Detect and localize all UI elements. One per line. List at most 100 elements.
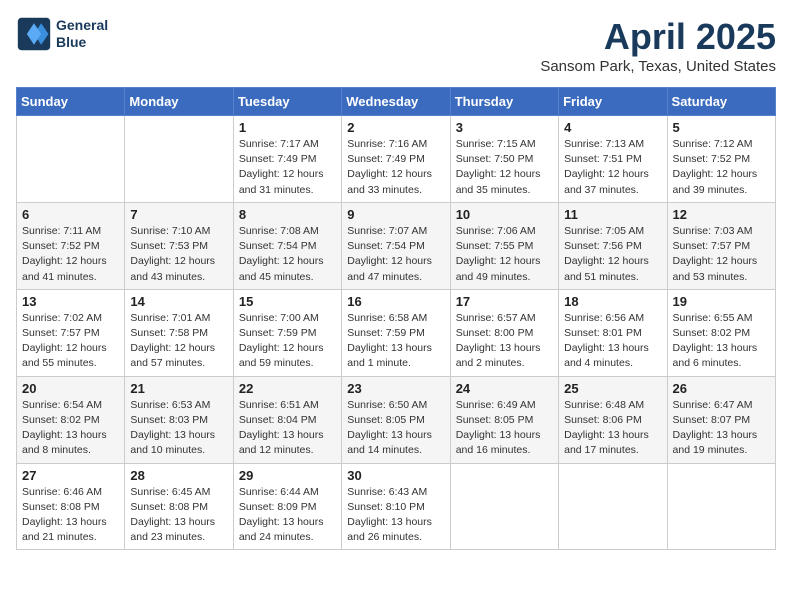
day-info: Sunrise: 6:46 AM Sunset: 8:08 PM Dayligh… bbox=[22, 485, 119, 546]
day-info: Sunrise: 6:48 AM Sunset: 8:06 PM Dayligh… bbox=[564, 398, 661, 459]
calendar-day-cell bbox=[667, 463, 775, 550]
day-info: Sunrise: 6:53 AM Sunset: 8:03 PM Dayligh… bbox=[130, 398, 227, 459]
day-number: 28 bbox=[130, 468, 227, 483]
day-info: Sunrise: 7:17 AM Sunset: 7:49 PM Dayligh… bbox=[239, 137, 336, 198]
calendar-day-cell: 27 Sunrise: 6:46 AM Sunset: 8:08 PM Dayli… bbox=[17, 463, 125, 550]
title-area: April 2025 Sansom Park, Texas, United St… bbox=[540, 16, 776, 75]
day-info: Sunrise: 7:08 AM Sunset: 7:54 PM Dayligh… bbox=[239, 224, 336, 285]
day-info: Sunrise: 6:44 AM Sunset: 8:09 PM Dayligh… bbox=[239, 485, 336, 546]
day-number: 14 bbox=[130, 294, 227, 309]
page-header: General Blue April 2025 Sansom Park, Tex… bbox=[16, 16, 776, 75]
day-number: 4 bbox=[564, 120, 661, 135]
day-info: Sunrise: 7:03 AM Sunset: 7:57 PM Dayligh… bbox=[673, 224, 770, 285]
calendar-day-cell: 4 Sunrise: 7:13 AM Sunset: 7:51 PM Daylig… bbox=[559, 116, 667, 203]
calendar-day-cell: 6 Sunrise: 7:11 AM Sunset: 7:52 PM Daylig… bbox=[17, 202, 125, 289]
calendar-day-cell: 15Sunrise: 7:00 AM Sunset: 7:59 PM Dayli… bbox=[233, 289, 341, 376]
day-number: 25 bbox=[564, 381, 661, 396]
calendar-day-cell: 1 Sunrise: 7:17 AM Sunset: 7:49 PM Daylig… bbox=[233, 116, 341, 203]
calendar-day-cell bbox=[450, 463, 558, 550]
calendar-day-cell: 8Sunrise: 7:08 AM Sunset: 7:54 PM Daylig… bbox=[233, 202, 341, 289]
day-info: Sunrise: 6:49 AM Sunset: 8:05 PM Dayligh… bbox=[456, 398, 553, 459]
calendar-week-row: 1 Sunrise: 7:17 AM Sunset: 7:49 PM Daylig… bbox=[17, 116, 776, 203]
calendar-day-cell: 12 Sunrise: 7:03 AM Sunset: 7:57 PM Dayli… bbox=[667, 202, 775, 289]
logo: General Blue bbox=[16, 16, 108, 52]
day-info: Sunrise: 7:15 AM Sunset: 7:50 PM Dayligh… bbox=[456, 137, 553, 198]
calendar-day-cell: 30 Sunrise: 6:43 AM Sunset: 8:10 PM Dayli… bbox=[342, 463, 450, 550]
day-number: 1 bbox=[239, 120, 336, 135]
day-number: 12 bbox=[673, 207, 770, 222]
day-info: Sunrise: 7:02 AM Sunset: 7:57 PM Dayligh… bbox=[22, 311, 119, 372]
day-info: Sunrise: 7:11 AM Sunset: 7:52 PM Dayligh… bbox=[22, 224, 119, 285]
day-number: 10 bbox=[456, 207, 553, 222]
calendar-week-row: 27 Sunrise: 6:46 AM Sunset: 8:08 PM Dayli… bbox=[17, 463, 776, 550]
day-number: 30 bbox=[347, 468, 444, 483]
day-info: Sunrise: 7:13 AM Sunset: 7:51 PM Dayligh… bbox=[564, 137, 661, 198]
weekday-header-cell: Tuesday bbox=[233, 88, 341, 116]
weekday-header-cell: Sunday bbox=[17, 88, 125, 116]
weekday-header-row: SundayMondayTuesdayWednesdayThursdayFrid… bbox=[17, 88, 776, 116]
calendar-day-cell: 9Sunrise: 7:07 AM Sunset: 7:54 PM Daylig… bbox=[342, 202, 450, 289]
calendar-day-cell: 21Sunrise: 6:53 AM Sunset: 8:03 PM Dayli… bbox=[125, 376, 233, 463]
calendar-day-cell: 26 Sunrise: 6:47 AM Sunset: 8:07 PM Dayli… bbox=[667, 376, 775, 463]
calendar-day-cell: 10 Sunrise: 7:06 AM Sunset: 7:55 PM Dayli… bbox=[450, 202, 558, 289]
day-number: 2 bbox=[347, 120, 444, 135]
day-number: 20 bbox=[22, 381, 119, 396]
day-number: 27 bbox=[22, 468, 119, 483]
day-number: 19 bbox=[673, 294, 770, 309]
day-number: 16 bbox=[347, 294, 444, 309]
calendar-day-cell bbox=[125, 116, 233, 203]
day-info: Sunrise: 7:01 AM Sunset: 7:58 PM Dayligh… bbox=[130, 311, 227, 372]
day-info: Sunrise: 6:58 AM Sunset: 7:59 PM Dayligh… bbox=[347, 311, 444, 372]
calendar-week-row: 6 Sunrise: 7:11 AM Sunset: 7:52 PM Daylig… bbox=[17, 202, 776, 289]
calendar-day-cell: 23 Sunrise: 6:50 AM Sunset: 8:05 PM Dayli… bbox=[342, 376, 450, 463]
day-number: 18 bbox=[564, 294, 661, 309]
calendar-day-cell: 17Sunrise: 6:57 AM Sunset: 8:00 PM Dayli… bbox=[450, 289, 558, 376]
calendar-day-cell: 11 Sunrise: 7:05 AM Sunset: 7:56 PM Dayli… bbox=[559, 202, 667, 289]
calendar-day-cell bbox=[17, 116, 125, 203]
weekday-header-cell: Wednesday bbox=[342, 88, 450, 116]
day-info: Sunrise: 6:55 AM Sunset: 8:02 PM Dayligh… bbox=[673, 311, 770, 372]
day-number: 23 bbox=[347, 381, 444, 396]
day-info: Sunrise: 7:12 AM Sunset: 7:52 PM Dayligh… bbox=[673, 137, 770, 198]
logo-text: General Blue bbox=[56, 17, 108, 51]
calendar-body: 1 Sunrise: 7:17 AM Sunset: 7:49 PM Daylig… bbox=[17, 116, 776, 550]
calendar-day-cell: 2Sunrise: 7:16 AM Sunset: 7:49 PM Daylig… bbox=[342, 116, 450, 203]
calendar-table: SundayMondayTuesdayWednesdayThursdayFrid… bbox=[16, 87, 776, 550]
day-number: 6 bbox=[22, 207, 119, 222]
calendar-day-cell: 3 Sunrise: 7:15 AM Sunset: 7:50 PM Daylig… bbox=[450, 116, 558, 203]
day-info: Sunrise: 6:56 AM Sunset: 8:01 PM Dayligh… bbox=[564, 311, 661, 372]
day-info: Sunrise: 7:00 AM Sunset: 7:59 PM Dayligh… bbox=[239, 311, 336, 372]
weekday-header-cell: Thursday bbox=[450, 88, 558, 116]
day-info: Sunrise: 7:07 AM Sunset: 7:54 PM Dayligh… bbox=[347, 224, 444, 285]
day-info: Sunrise: 6:57 AM Sunset: 8:00 PM Dayligh… bbox=[456, 311, 553, 372]
day-number: 13 bbox=[22, 294, 119, 309]
day-info: Sunrise: 6:47 AM Sunset: 8:07 PM Dayligh… bbox=[673, 398, 770, 459]
day-info: Sunrise: 6:54 AM Sunset: 8:02 PM Dayligh… bbox=[22, 398, 119, 459]
day-info: Sunrise: 7:06 AM Sunset: 7:55 PM Dayligh… bbox=[456, 224, 553, 285]
calendar-day-cell: 19 Sunrise: 6:55 AM Sunset: 8:02 PM Dayli… bbox=[667, 289, 775, 376]
day-number: 22 bbox=[239, 381, 336, 396]
day-info: Sunrise: 6:51 AM Sunset: 8:04 PM Dayligh… bbox=[239, 398, 336, 459]
day-number: 29 bbox=[239, 468, 336, 483]
weekday-header-cell: Friday bbox=[559, 88, 667, 116]
calendar-day-cell: 28 Sunrise: 6:45 AM Sunset: 8:08 PM Dayli… bbox=[125, 463, 233, 550]
logo-icon bbox=[16, 16, 52, 52]
calendar-day-cell: 18 Sunrise: 6:56 AM Sunset: 8:01 PM Dayli… bbox=[559, 289, 667, 376]
day-info: Sunrise: 6:43 AM Sunset: 8:10 PM Dayligh… bbox=[347, 485, 444, 546]
calendar-day-cell: 22 Sunrise: 6:51 AM Sunset: 8:04 PM Dayli… bbox=[233, 376, 341, 463]
calendar-week-row: 13 Sunrise: 7:02 AM Sunset: 7:57 PM Dayli… bbox=[17, 289, 776, 376]
location-title: Sansom Park, Texas, United States bbox=[540, 58, 776, 75]
day-info: Sunrise: 7:10 AM Sunset: 7:53 PM Dayligh… bbox=[130, 224, 227, 285]
weekday-header-cell: Saturday bbox=[667, 88, 775, 116]
day-info: Sunrise: 6:45 AM Sunset: 8:08 PM Dayligh… bbox=[130, 485, 227, 546]
calendar-day-cell bbox=[559, 463, 667, 550]
day-info: Sunrise: 6:50 AM Sunset: 8:05 PM Dayligh… bbox=[347, 398, 444, 459]
day-info: Sunrise: 7:05 AM Sunset: 7:56 PM Dayligh… bbox=[564, 224, 661, 285]
calendar-week-row: 20 Sunrise: 6:54 AM Sunset: 8:02 PM Dayli… bbox=[17, 376, 776, 463]
day-number: 24 bbox=[456, 381, 553, 396]
calendar-day-cell: 25 Sunrise: 6:48 AM Sunset: 8:06 PM Dayli… bbox=[559, 376, 667, 463]
day-number: 26 bbox=[673, 381, 770, 396]
day-number: 11 bbox=[564, 207, 661, 222]
calendar-day-cell: 16 Sunrise: 6:58 AM Sunset: 7:59 PM Dayli… bbox=[342, 289, 450, 376]
day-number: 3 bbox=[456, 120, 553, 135]
